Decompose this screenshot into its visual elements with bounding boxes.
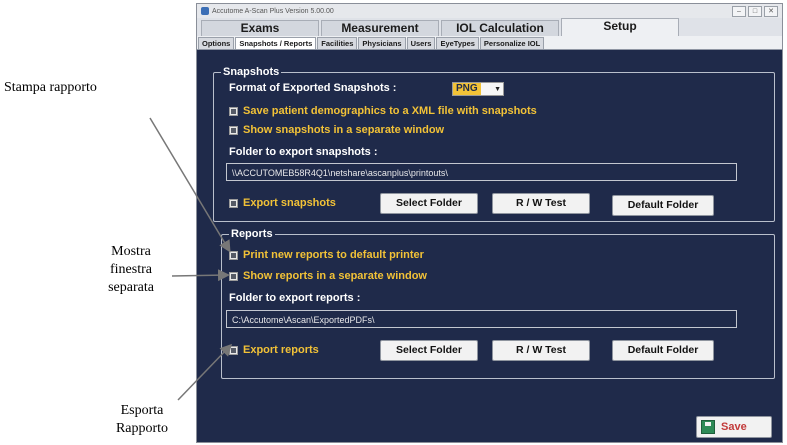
- arrow-show-window: [171, 269, 230, 282]
- arrow-print-report: [149, 117, 231, 253]
- arrow-export-report: [177, 343, 233, 401]
- annotation-arrows: [149, 117, 233, 401]
